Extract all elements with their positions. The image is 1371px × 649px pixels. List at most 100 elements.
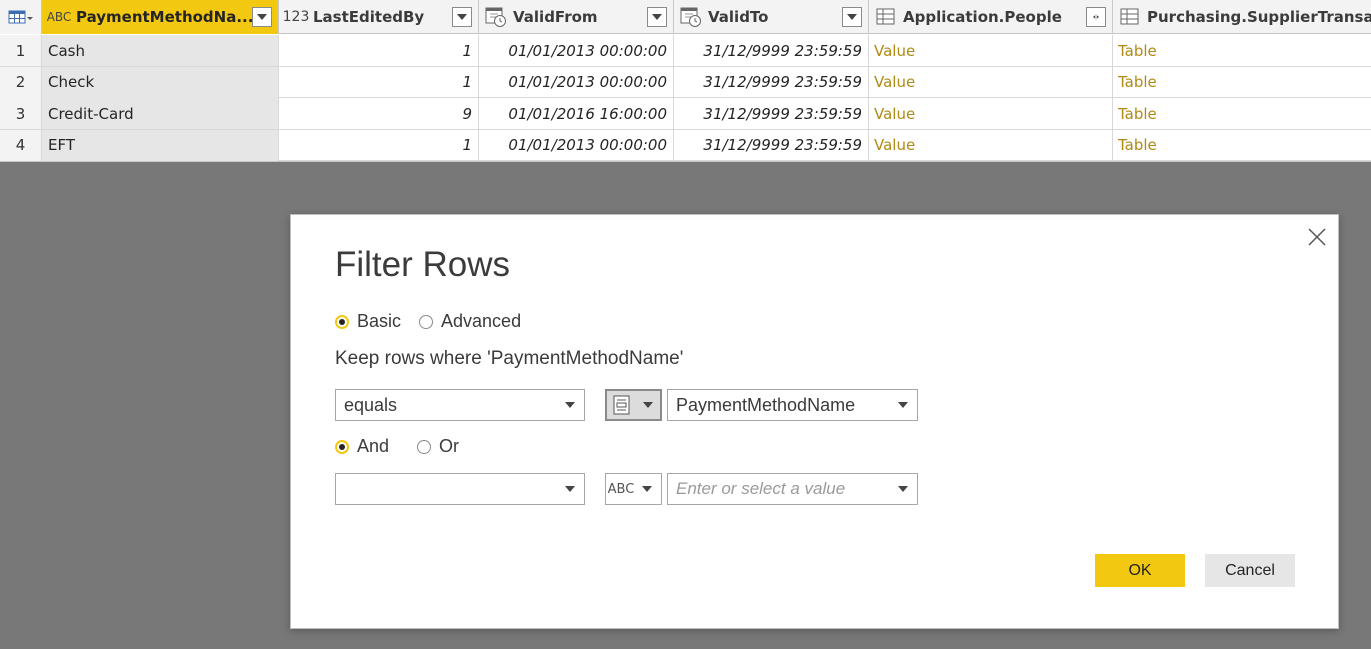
- cell-paymentmethodname[interactable]: Credit-Card: [42, 98, 279, 129]
- operator-dropdown-1[interactable]: equals: [335, 389, 585, 421]
- cell-validfrom[interactable]: 01/01/2016 16:00:00: [479, 98, 674, 129]
- cell-validto[interactable]: 31/12/9999 23:59:59: [674, 35, 869, 66]
- column-filter-dropdown[interactable]: [842, 7, 862, 27]
- keep-rows-label: Keep rows where 'PaymentMethodName': [335, 348, 684, 369]
- or-radio[interactable]: Or: [417, 436, 459, 457]
- cell-validfrom[interactable]: 01/01/2013 00:00:00: [479, 35, 674, 66]
- table-row: 3 Credit-Card 9 01/01/2016 16:00:00 31/1…: [0, 98, 1371, 130]
- table-type-icon[interactable]: [873, 7, 899, 27]
- column-label: LastEditedBy: [313, 8, 425, 26]
- text-type-icon[interactable]: ABC: [46, 10, 72, 24]
- column-label: Purchasing.SupplierTransactions: [1147, 8, 1371, 26]
- column-label: Application.People: [903, 8, 1062, 26]
- cancel-button[interactable]: Cancel: [1205, 554, 1295, 587]
- column-label: ValidTo: [708, 8, 769, 26]
- value-type-button-2[interactable]: ABC: [605, 473, 662, 505]
- column-label: PaymentMethodNa...: [76, 8, 252, 26]
- column-filter-dropdown[interactable]: [452, 7, 472, 27]
- cell-validfrom[interactable]: 01/01/2013 00:00:00: [479, 66, 674, 98]
- text-type-icon: ABC: [607, 481, 635, 497]
- chevron-down-icon: [889, 402, 917, 408]
- chevron-down-icon: [556, 402, 584, 408]
- radio-selected-icon: [335, 314, 349, 329]
- radio-selected-icon: [335, 439, 349, 454]
- radio-unselected-icon: [417, 439, 432, 454]
- column-header-application-people[interactable]: Application.People: [869, 0, 1113, 34]
- advanced-radio[interactable]: Advanced: [419, 311, 521, 332]
- column-header-paymentmethodname[interactable]: ABC PaymentMethodNa...: [42, 0, 279, 34]
- advanced-radio-label: Advanced: [441, 311, 522, 331]
- chevron-down-icon: [457, 14, 467, 20]
- datetime-type-icon[interactable]: [678, 6, 704, 28]
- row-number[interactable]: 2: [0, 66, 42, 98]
- cell-validfrom[interactable]: 01/01/2013 00:00:00: [479, 129, 674, 161]
- cell-people-link[interactable]: Value: [869, 129, 1113, 161]
- table-icon: [8, 9, 34, 25]
- cell-validto[interactable]: 31/12/9999 23:59:59: [674, 129, 869, 161]
- number-type-icon[interactable]: 123: [283, 9, 310, 25]
- column-header-validto[interactable]: ValidTo: [674, 0, 869, 34]
- cell-lasteditedby[interactable]: 1: [279, 66, 479, 98]
- dialog-title: Filter Rows: [335, 245, 511, 284]
- and-radio[interactable]: And: [335, 436, 389, 457]
- cell-people-link[interactable]: Value: [869, 66, 1113, 98]
- table-row: 1 Cash 1 01/01/2013 00:00:00 31/12/9999 …: [0, 35, 1371, 67]
- join-radio-group: And Or: [335, 436, 477, 457]
- cell-validto[interactable]: 31/12/9999 23:59:59: [674, 98, 869, 129]
- chevron-down-icon: [889, 486, 917, 492]
- cell-supplier-link[interactable]: Table: [1113, 67, 1371, 98]
- cell-lasteditedby[interactable]: 1: [279, 35, 479, 66]
- column-header-lasteditedby[interactable]: 123 LastEditedBy: [279, 0, 479, 34]
- basic-radio-label: Basic: [357, 311, 402, 331]
- operator-dropdown-2[interactable]: [335, 473, 585, 505]
- basic-radio[interactable]: Basic: [335, 311, 401, 332]
- cell-lasteditedby[interactable]: 1: [279, 129, 479, 161]
- cell-validto[interactable]: 31/12/9999 23:59:59: [674, 66, 869, 98]
- mode-radio-group: Basic Advanced: [335, 311, 539, 332]
- cell-lasteditedby[interactable]: 9: [279, 98, 479, 129]
- cell-paymentmethodname[interactable]: Check: [42, 66, 279, 98]
- chevron-down-icon: [652, 14, 662, 20]
- column-filter-dropdown[interactable]: [647, 7, 667, 27]
- chevron-down-icon: [637, 402, 659, 408]
- table-type-icon[interactable]: [1117, 7, 1143, 27]
- or-radio-label: Or: [439, 436, 460, 456]
- value-dropdown-1[interactable]: PaymentMethodName: [667, 389, 918, 421]
- column-reference-icon: [607, 395, 637, 415]
- radio-unselected-icon: [419, 314, 434, 329]
- data-grid: ABC PaymentMethodNa... 123 LastEditedBy: [0, 0, 1371, 162]
- table-row: 4 EFT 1 01/01/2013 00:00:00 31/12/9999 2…: [0, 129, 1371, 161]
- cell-paymentmethodname[interactable]: Cash: [42, 35, 279, 66]
- cell-paymentmethodname[interactable]: EFT: [42, 129, 279, 161]
- cell-supplier-link[interactable]: Table: [1113, 35, 1371, 66]
- chevron-down-icon: [636, 486, 658, 492]
- cell-people-link[interactable]: Value: [869, 35, 1113, 66]
- row-number[interactable]: 4: [0, 129, 42, 161]
- expand-arrows-icon: [1093, 14, 1099, 20]
- and-radio-label: And: [357, 436, 390, 456]
- column-filter-dropdown[interactable]: [252, 7, 272, 27]
- value-input-2[interactable]: Enter or select a value: [667, 473, 918, 505]
- ok-button[interactable]: OK: [1095, 554, 1185, 587]
- chevron-down-icon: [257, 14, 267, 20]
- operator-value: equals: [344, 394, 398, 415]
- row-number[interactable]: 3: [0, 98, 42, 129]
- table-menu-button[interactable]: [0, 0, 42, 34]
- column-header-purchasing-suppliertransactions[interactable]: Purchasing.SupplierTransactions: [1113, 0, 1371, 34]
- cell-people-link[interactable]: Value: [869, 98, 1113, 129]
- value-field: PaymentMethodName: [676, 394, 856, 415]
- cell-supplier-link[interactable]: Table: [1113, 130, 1371, 161]
- grid-header: ABC PaymentMethodNa... 123 LastEditedBy: [0, 0, 1371, 34]
- value-type-button-1[interactable]: [605, 389, 662, 421]
- chevron-down-icon: [556, 486, 584, 492]
- cell-supplier-link[interactable]: Table: [1113, 98, 1371, 129]
- datetime-type-icon[interactable]: [483, 6, 509, 28]
- value-placeholder[interactable]: Enter or select a value: [668, 479, 889, 499]
- column-header-validfrom[interactable]: ValidFrom: [479, 0, 674, 34]
- row-number[interactable]: 1: [0, 35, 42, 66]
- table-row: 2 Check 1 01/01/2013 00:00:00 31/12/9999…: [0, 66, 1371, 98]
- close-button[interactable]: [1306, 226, 1328, 248]
- filter-rows-dialog: Filter Rows Basic Advanced Keep rows whe…: [290, 214, 1339, 629]
- column-label: ValidFrom: [513, 8, 598, 26]
- expand-column-button[interactable]: [1086, 7, 1106, 27]
